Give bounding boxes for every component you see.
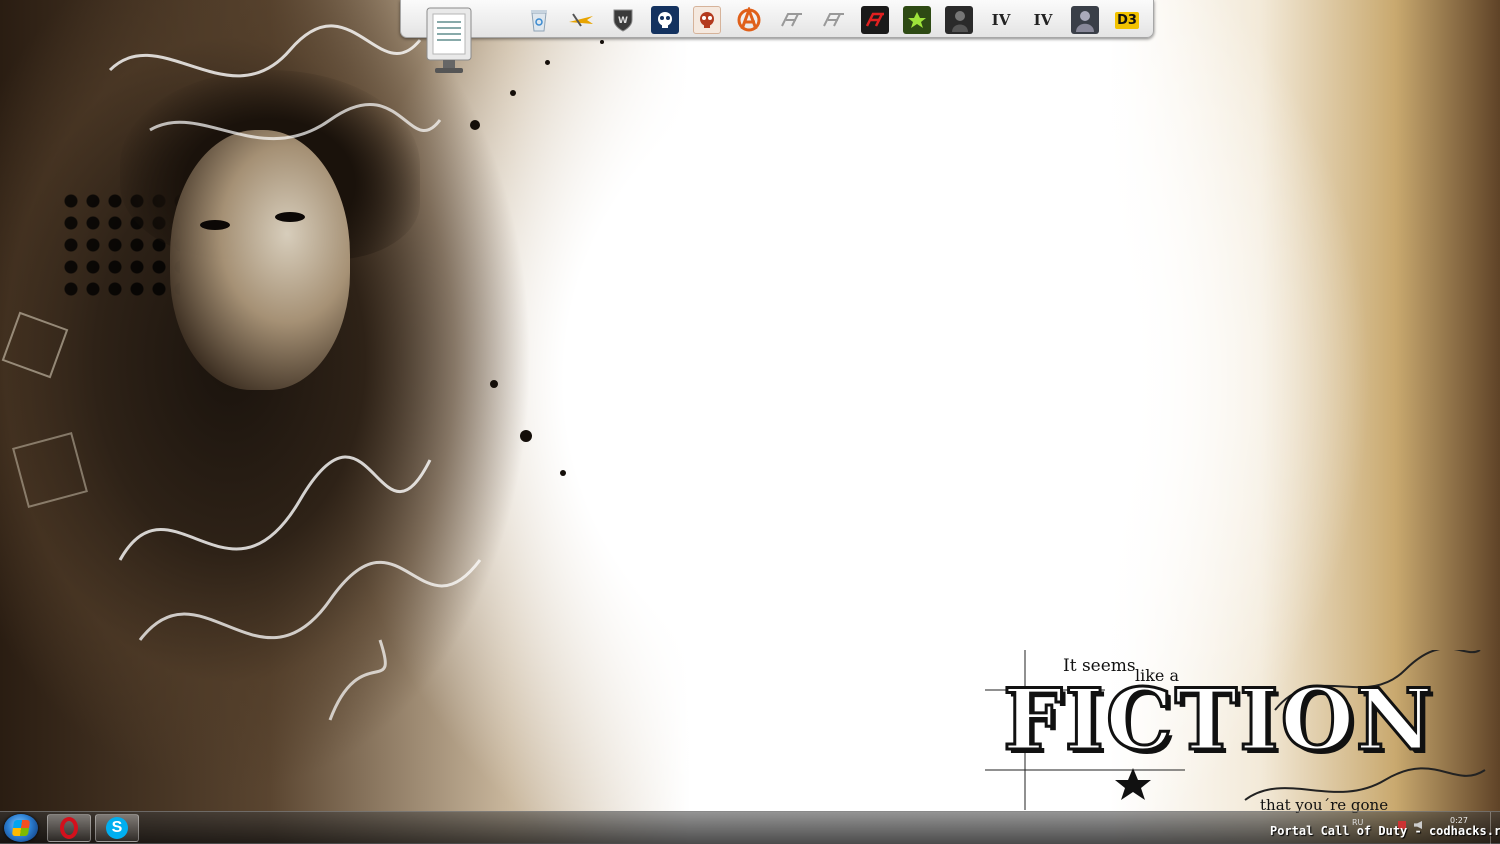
wallpaper-scribbles bbox=[1, 24, 482, 721]
anarchy-icon[interactable] bbox=[735, 6, 763, 34]
opera-taskbar-button[interactable] bbox=[47, 814, 91, 842]
nfs-icon-2[interactable] bbox=[819, 6, 847, 34]
recycle-bin-icon[interactable] bbox=[525, 6, 553, 34]
nfs-icon-3[interactable] bbox=[861, 6, 889, 34]
fiction-logo: It seems like a FICTION that you´re gone bbox=[985, 650, 1490, 815]
warrior-game-icon[interactable] bbox=[1071, 6, 1099, 34]
opera-icon bbox=[60, 817, 78, 839]
svg-text:W: W bbox=[618, 16, 628, 26]
world-of-tanks-icon[interactable]: W bbox=[609, 6, 637, 34]
black-ops-icon[interactable] bbox=[651, 6, 679, 34]
diablo-3-icon[interactable]: D3 bbox=[1113, 6, 1141, 34]
top-dock: W IV IV D3 bbox=[400, 0, 1154, 73]
notepad-icon[interactable] bbox=[421, 4, 477, 76]
aircraft-game-icon[interactable] bbox=[567, 6, 595, 34]
skype-taskbar-button[interactable]: S bbox=[95, 814, 139, 842]
gta-iv-icon-1[interactable]: IV bbox=[987, 6, 1015, 34]
gta-iv-icon-2[interactable]: IV bbox=[1029, 6, 1057, 34]
fiction-title: FICTION bbox=[1002, 670, 1435, 769]
windows-logo-icon bbox=[11, 820, 31, 836]
skype-icon: S bbox=[106, 817, 128, 839]
nfs-icon-1[interactable] bbox=[777, 6, 805, 34]
start-button[interactable] bbox=[4, 814, 38, 842]
black-ops-zombies-icon[interactable] bbox=[693, 6, 721, 34]
green-game-icon[interactable] bbox=[903, 6, 931, 34]
soldier-game-icon[interactable] bbox=[945, 6, 973, 34]
watermark-text: Portal Call of Duty - codhacks.ru bbox=[1270, 824, 1500, 838]
